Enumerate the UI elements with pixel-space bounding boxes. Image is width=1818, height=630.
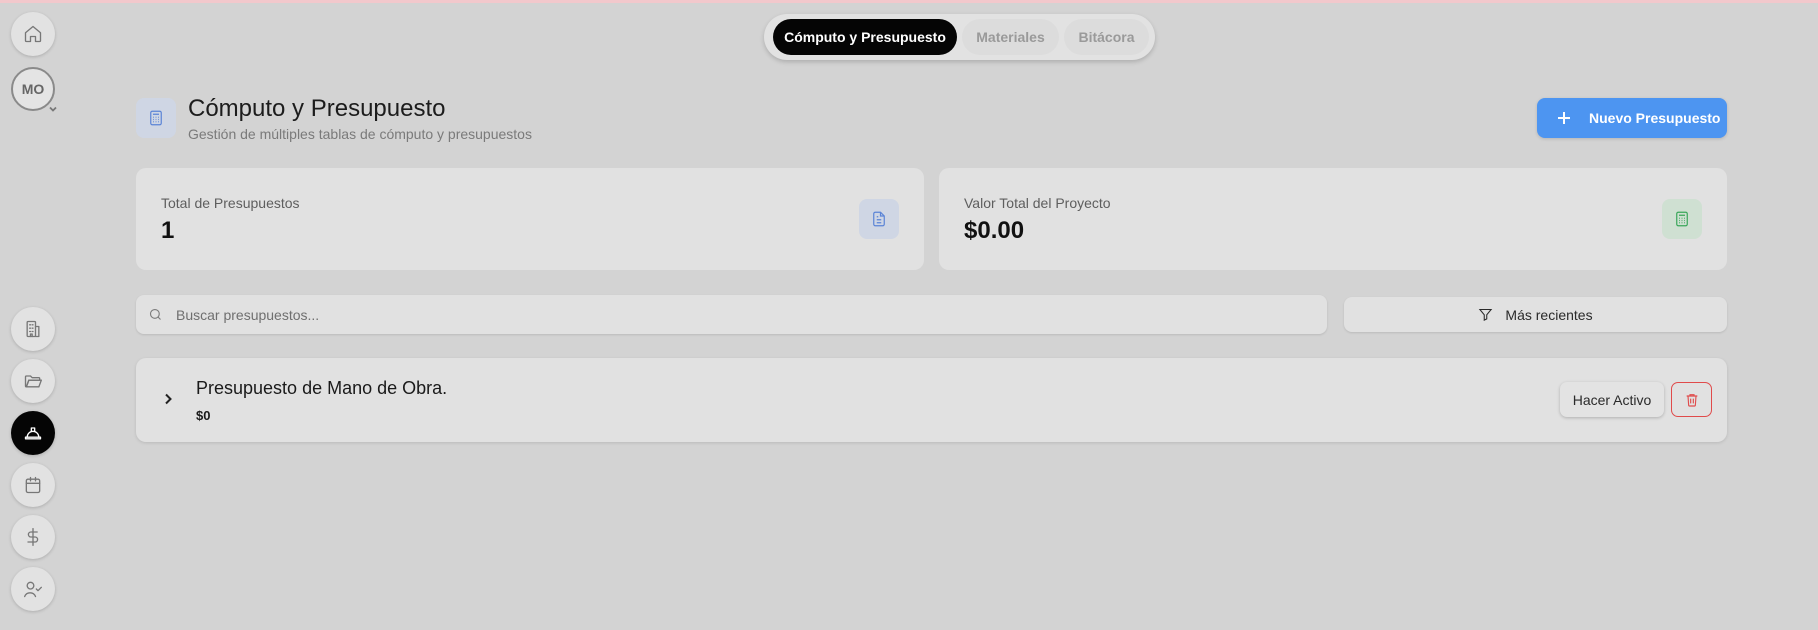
stat-label: Valor Total del Proyecto xyxy=(964,195,1111,211)
search-box xyxy=(136,295,1327,334)
stat-icon-box xyxy=(1662,199,1702,239)
stat-card-total-value: Valor Total del Proyecto $0.00 xyxy=(939,168,1727,270)
home-icon xyxy=(24,25,42,43)
stat-card-total-budgets: Total de Presupuestos 1 xyxy=(136,168,924,270)
sidebar-item-construction[interactable] xyxy=(11,411,55,455)
tab-bar: Cómputo y Presupuesto Materiales Bitácor… xyxy=(764,14,1155,60)
sidebar-item-users[interactable] xyxy=(11,567,55,611)
top-accent-line xyxy=(0,0,1818,3)
folder-icon xyxy=(24,375,42,388)
page-subtitle: Gestión de múltiples tablas de cómputo y… xyxy=(188,126,532,142)
dollar-icon xyxy=(27,528,39,546)
tab-label: Bitácora xyxy=(1078,29,1135,45)
make-active-button[interactable]: Hacer Activo xyxy=(1560,382,1664,417)
tab-bitacora[interactable]: Bitácora xyxy=(1064,19,1149,55)
budget-amount: $0 xyxy=(196,408,211,423)
hard-hat-icon xyxy=(24,427,42,440)
tab-label: Cómputo y Presupuesto xyxy=(784,29,946,45)
sidebar-item-finance[interactable] xyxy=(11,515,55,559)
filter-icon xyxy=(1479,308,1493,321)
plus-icon xyxy=(1558,112,1570,124)
expand-button[interactable] xyxy=(161,392,175,406)
tab-label: Materiales xyxy=(976,29,1045,45)
calculator-icon xyxy=(1676,211,1688,227)
avatar-menu-chevron[interactable] xyxy=(48,101,58,112)
make-active-label: Hacer Activo xyxy=(1572,391,1652,408)
chevron-right-icon xyxy=(165,393,172,405)
sort-filter-button[interactable]: Más recientes xyxy=(1344,297,1727,332)
tab-computo-presupuesto[interactable]: Cómputo y Presupuesto xyxy=(773,19,957,55)
sidebar-item-projects[interactable] xyxy=(11,359,55,403)
stat-value: $0.00 xyxy=(964,217,1025,244)
search-icon xyxy=(149,308,161,320)
file-text-icon xyxy=(873,211,885,227)
user-check-icon xyxy=(24,581,42,598)
sidebar-item-calendar[interactable] xyxy=(11,463,55,507)
calculator-icon xyxy=(150,110,162,126)
budget-list-item: Presupuesto de Mano de Obra. $0 Hacer Ac… xyxy=(136,358,1727,442)
chevron-down-icon xyxy=(49,106,57,112)
tab-materiales[interactable]: Materiales xyxy=(962,19,1059,55)
trash-icon xyxy=(1686,393,1697,407)
new-budget-label: Nuevo Presupuesto xyxy=(1589,110,1721,126)
home-button[interactable] xyxy=(11,12,55,56)
sort-label: Más recientes xyxy=(1505,306,1593,323)
building-icon xyxy=(26,320,40,338)
page-title: Cómputo y Presupuesto xyxy=(188,95,446,122)
stat-icon-box xyxy=(859,199,899,239)
avatar-initials: MO xyxy=(21,81,45,97)
header-icon-box xyxy=(136,98,176,138)
stat-label: Total de Presupuestos xyxy=(161,195,300,211)
budget-name: Presupuesto de Mano de Obra. xyxy=(196,378,448,398)
calendar-icon xyxy=(25,476,41,494)
sidebar-item-buildings[interactable] xyxy=(11,307,55,351)
delete-budget-button[interactable] xyxy=(1671,382,1712,417)
search-input[interactable] xyxy=(176,295,1316,334)
new-budget-button[interactable]: Nuevo Presupuesto xyxy=(1537,98,1727,138)
stat-value: 1 xyxy=(161,217,175,244)
